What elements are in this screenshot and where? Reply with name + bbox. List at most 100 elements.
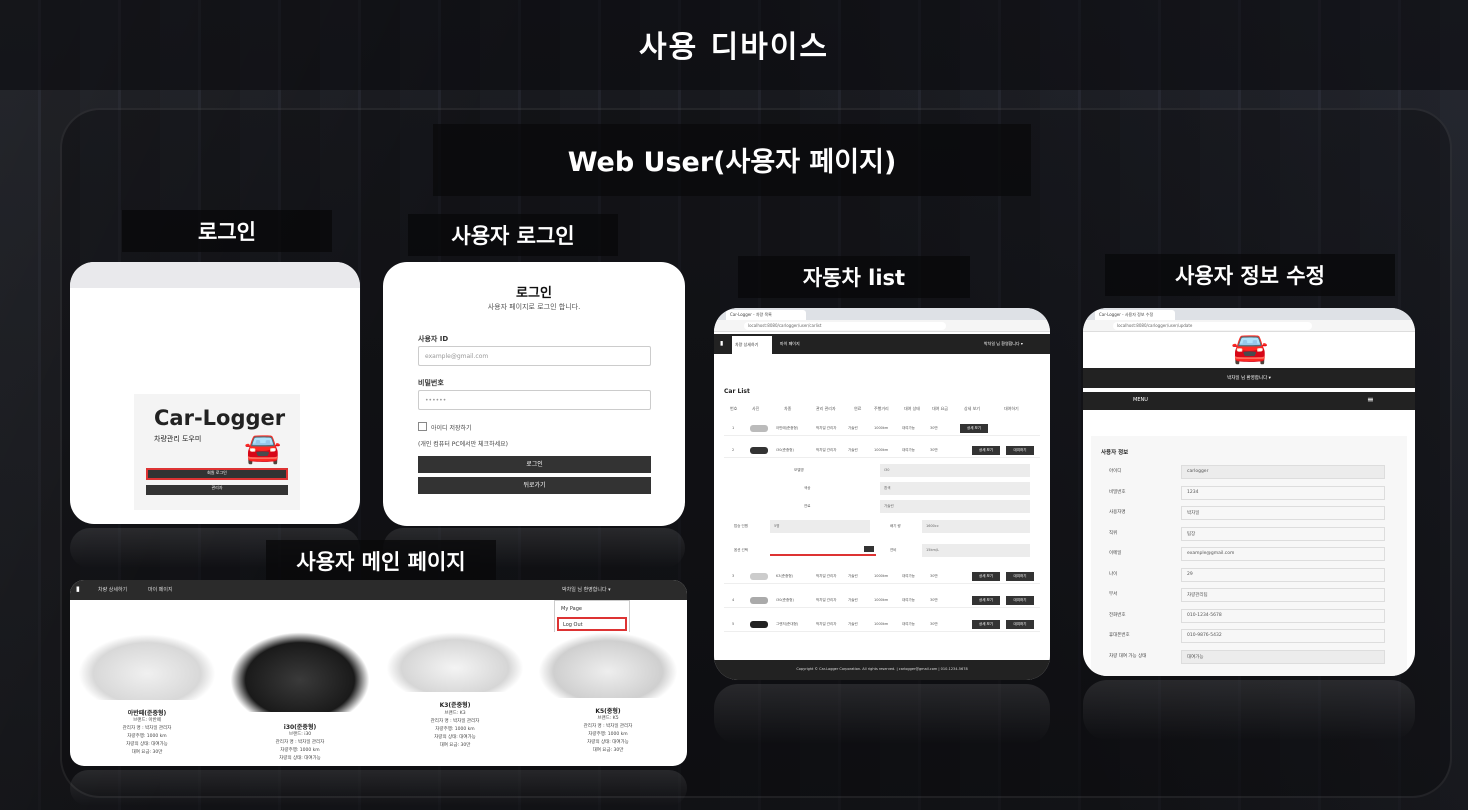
- detail-button[interactable]: 상세 보기: [972, 572, 1000, 581]
- reflection: [1083, 680, 1415, 740]
- brand-subtitle: 차량관리 도우미: [154, 435, 202, 443]
- rent-button[interactable]: 대여하기: [1006, 620, 1034, 629]
- field-input[interactable]: 팀장: [1181, 526, 1385, 541]
- car-name: 아반떼(준중형): [127, 710, 167, 717]
- table-header: 번호 사진 차종 관리 관리자 연료 주행거리 대여 상태 대여 요금 상세 보…: [730, 406, 1019, 411]
- reflection: [70, 770, 687, 806]
- top-bar: [70, 262, 360, 288]
- back-button[interactable]: 뒤로가기: [418, 477, 651, 494]
- field-input[interactable]: carlogger: [1181, 465, 1385, 479]
- menu-bar: MENU ≡: [1083, 392, 1415, 410]
- admin-login-button[interactable]: 관리자: [146, 485, 288, 495]
- field-input[interactable]: 박차일: [1181, 506, 1385, 520]
- field-input[interactable]: 010-9876-5432: [1181, 629, 1385, 643]
- field-input[interactable]: 29: [1181, 567, 1385, 582]
- user-edit-screenshot: Car-Logger - 사용자 정보 수정 localhost:8080/ca…: [1083, 308, 1415, 676]
- field-label: 아이디: [1109, 469, 1122, 474]
- id-input[interactable]: example@gmail.com: [418, 346, 651, 366]
- user-login-screenshot: 로그인 사용자 페이지로 로그인 합니다. 사용자 ID example@gma…: [383, 262, 685, 526]
- home-icon[interactable]: ▮: [76, 585, 80, 593]
- form-row: 직위 팀장: [1101, 526, 1387, 542]
- remember-note: (개인 컴퓨터 PC에서만 체크하세요): [418, 441, 508, 448]
- form-row: 부서 차량관리팀: [1101, 587, 1387, 603]
- browser-tab[interactable]: Car-Logger - 차량 목록: [726, 310, 806, 320]
- user-greeting[interactable]: 박차일 님 환영합니다 ▾: [562, 586, 611, 593]
- car-info: 브랜드: i30 관리자 명 : 박차일 관리자 차량주행: 1000 km 차…: [275, 732, 325, 761]
- option-slider[interactable]: [770, 554, 876, 556]
- nav-my-page[interactable]: 마이 페이지: [780, 341, 800, 347]
- field-label: 차량 대여 가능 상태: [1109, 653, 1147, 659]
- table-row: 3 K3(준중형) 박차일 관리자 가솔린 1000km 대여가능 30만 상세…: [724, 570, 1040, 584]
- dropdown-my-page[interactable]: My Page: [561, 606, 582, 612]
- section-label-login: 로그인: [122, 210, 332, 252]
- field-label: 이메일: [1109, 551, 1122, 556]
- rent-button[interactable]: 대여하기: [1006, 596, 1034, 605]
- detail-button[interactable]: 상세 보기: [972, 596, 1000, 605]
- detail-button[interactable]: 상세 보기: [960, 424, 988, 433]
- menu-car-detail[interactable]: 차량 상세하기: [98, 586, 127, 593]
- user-greeting[interactable]: 박차일 님 환영합니다 ▾: [984, 341, 1023, 347]
- user-main-screenshot: ▮ 차량 상세하기 마이 페이지 박차일 님 환영합니다 ▾ My Page L…: [70, 580, 687, 766]
- footer-text: Copyright © Car-Logger Corporation. All …: [796, 667, 968, 671]
- field-input[interactable]: 1234: [1181, 485, 1385, 500]
- car-info: 브랜드: K5 관리자 명 : 박차일 관리자 차량주행: 1000 km 차량…: [583, 716, 633, 753]
- field-label: 사용자명: [1109, 510, 1126, 515]
- field-label: 휴대폰번호: [1109, 633, 1130, 638]
- car-name: K3(준중형): [439, 702, 471, 709]
- rent-button[interactable]: 대여하기: [1006, 446, 1034, 455]
- id-label: 사용자 ID: [418, 335, 449, 343]
- user-greeting[interactable]: 박차일 님 환영합니다 ▾: [1083, 375, 1415, 381]
- detail-button[interactable]: 상세 보기: [972, 446, 1000, 455]
- car-logo-icon: 🚘: [1231, 331, 1269, 366]
- slider-handle[interactable]: [864, 546, 874, 552]
- url-field[interactable]: localhost:8080/carlogger/user/update: [1113, 322, 1313, 330]
- detail-button[interactable]: 상세 보기: [972, 620, 1000, 629]
- car-info: 브랜드: 아반떼 관리자 명 : 박차일 관리자 차량주행: 1000 km 차…: [122, 718, 172, 755]
- form-row: 아이디 carlogger: [1101, 464, 1387, 480]
- browser-tabs: Car-Logger - 사용자 정보 수정: [1083, 308, 1415, 320]
- field-input[interactable]: example@gmail.com: [1181, 547, 1385, 561]
- field-input[interactable]: 차량관리팀: [1181, 588, 1385, 602]
- form-row: 전화번호 010-1234-5678: [1101, 608, 1387, 624]
- nav-car-detail[interactable]: 차량 상세하기: [732, 336, 772, 354]
- form-row: 나이 29: [1101, 567, 1387, 583]
- url-field[interactable]: localhost:8080/carlogger/user/carlist: [744, 322, 946, 330]
- home-icon[interactable]: ▮: [720, 340, 723, 347]
- user-login-button[interactable]: 회원 로그인: [146, 468, 288, 480]
- car-list-navbar: ▮ 차량 상세하기 마이 페이지 박차일 님 환영합니다 ▾: [714, 334, 1050, 354]
- password-input[interactable]: ••••••: [418, 390, 651, 410]
- login-screenshot: Car-Logger 차량관리 도우미 🚘 회원 로그인 관리자: [70, 262, 360, 524]
- dropdown-logout[interactable]: Log Out: [557, 617, 627, 631]
- browser-tab[interactable]: Car-Logger - 사용자 정보 수정: [1095, 310, 1175, 320]
- menu-my-page[interactable]: 마이 페이지: [148, 586, 173, 593]
- remember-checkbox[interactable]: [418, 422, 427, 431]
- user-dropdown: My Page Log Out: [554, 600, 630, 636]
- greeting-bar: 박차일 님 환영합니다 ▾: [1083, 368, 1415, 388]
- form-row: 사용자명 박차일: [1101, 505, 1387, 521]
- address-bar: localhost:8080/carlogger/user/carlist: [714, 320, 1050, 332]
- car-list-heading: Car List: [724, 388, 750, 395]
- user-info-heading: 사용자 정보: [1101, 450, 1129, 456]
- car-list-screenshot: Car-Logger - 차량 목록 localhost:8080/carlog…: [714, 308, 1050, 680]
- car-name: i30(준중형): [283, 724, 317, 731]
- car-thumb: [750, 597, 768, 604]
- hamburger-icon[interactable]: ≡: [1367, 395, 1374, 404]
- menu-label[interactable]: MENU: [1133, 397, 1148, 403]
- field-input[interactable]: 대여가능: [1181, 649, 1385, 664]
- login-title: 로그인: [516, 286, 552, 301]
- main-navbar: ▮ 차량 상세하기 마이 페이지 박차일 님 환영합니다 ▾: [70, 580, 687, 600]
- footer: Copyright © Car-Logger Corporation. All …: [714, 660, 1050, 680]
- car-thumb: [750, 621, 768, 628]
- browser-tabs: Car-Logger - 차량 목록: [714, 308, 1050, 320]
- car-image-k5: [538, 632, 678, 698]
- field-label: 비밀번호: [1109, 489, 1126, 495]
- field-label: 전화번호: [1109, 612, 1126, 618]
- login-button[interactable]: 로그인: [418, 456, 651, 473]
- form-row: 차량 대여 가능 상태 대여가능: [1101, 649, 1387, 665]
- rent-button[interactable]: 대여하기: [1006, 572, 1034, 581]
- car-image-k3: [386, 632, 524, 692]
- table-row: 5 그랜저(준대형) 박차일 관리자 가솔린 1000km 대여가능 30만 상…: [724, 618, 1040, 632]
- section-label-user-login: 사용자 로그인: [408, 214, 618, 256]
- field-input[interactable]: 010-1234-5678: [1181, 608, 1385, 623]
- car-image-avante: [78, 634, 216, 700]
